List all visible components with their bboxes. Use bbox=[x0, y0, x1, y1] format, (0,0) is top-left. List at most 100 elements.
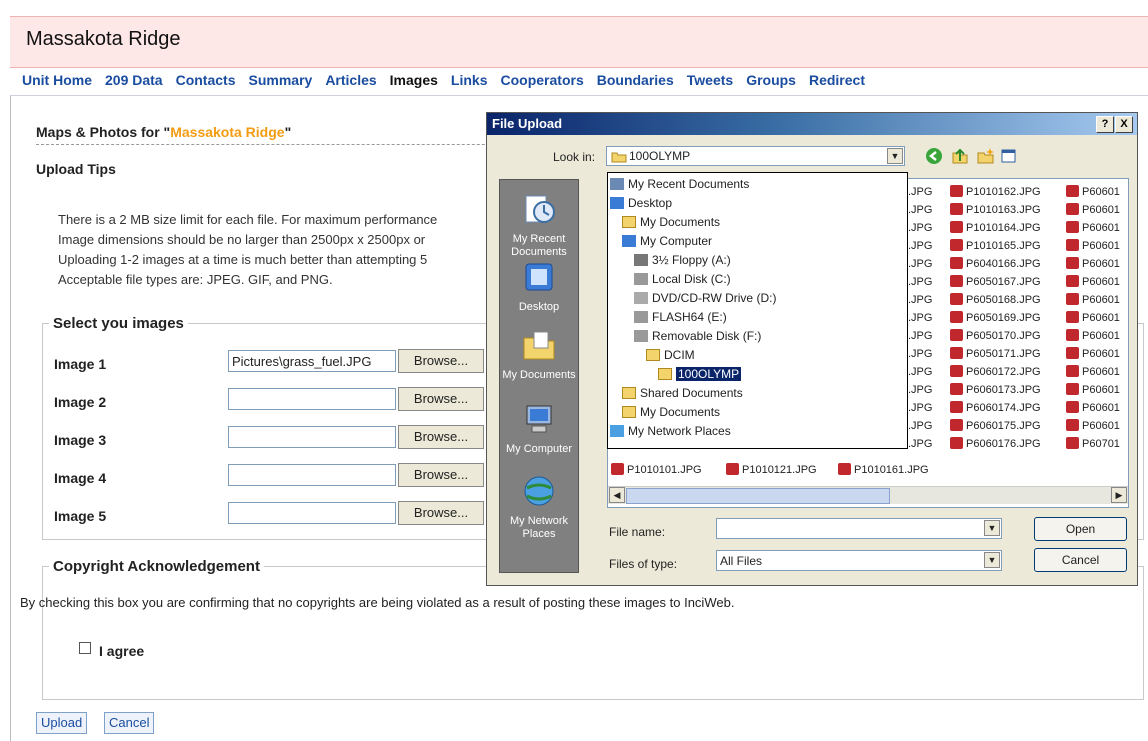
file-item[interactable]: .JPG bbox=[908, 183, 932, 201]
nav-contacts[interactable]: Contacts bbox=[176, 72, 236, 92]
nav-images[interactable]: Images bbox=[390, 72, 438, 92]
image-3-browse-button[interactable]: Browse... bbox=[398, 425, 484, 449]
file-item[interactable]: P60601 bbox=[1066, 219, 1120, 237]
file-item[interactable]: P6050170.JPG bbox=[950, 327, 1041, 345]
file-item[interactable]: P6060175.JPG bbox=[950, 417, 1041, 435]
look-in-option[interactable]: My Computer bbox=[622, 232, 712, 250]
file-item[interactable]: .JPG bbox=[908, 255, 932, 273]
image-1-browse-button[interactable]: Browse... bbox=[398, 349, 484, 373]
look-in-option[interactable]: Shared Documents bbox=[622, 384, 743, 402]
file-item[interactable]: P60601 bbox=[1066, 273, 1120, 291]
nav-summary[interactable]: Summary bbox=[249, 72, 313, 92]
files-of-type-dropdown-arrow[interactable]: ▼ bbox=[984, 552, 1000, 568]
file-item[interactable]: P60601 bbox=[1066, 255, 1120, 273]
file-item[interactable]: P6060176.JPG bbox=[950, 435, 1041, 453]
file-item[interactable]: P60601 bbox=[1066, 363, 1120, 381]
look-in-option[interactable]: My Recent Documents bbox=[610, 175, 749, 193]
file-item[interactable]: P6060172.JPG bbox=[950, 363, 1041, 381]
file-item[interactable]: P60601 bbox=[1066, 345, 1120, 363]
dialog-cancel-button[interactable]: Cancel bbox=[1034, 548, 1127, 572]
open-button[interactable]: Open bbox=[1034, 517, 1127, 541]
file-item[interactable]: .JPG bbox=[908, 417, 932, 435]
look-in-option[interactable]: Removable Disk (F:) bbox=[634, 327, 761, 345]
look-in-combo[interactable]: 100OLYMP ▼ bbox=[606, 146, 905, 166]
cancel-button[interactable]: Cancel bbox=[104, 712, 155, 734]
look-in-option[interactable]: DCIM bbox=[646, 346, 695, 364]
place-recent-documents[interactable]: My Recent Documents bbox=[500, 192, 578, 259]
file-item[interactable]: P1010164.JPG bbox=[950, 219, 1041, 237]
image-4-input[interactable] bbox=[228, 464, 396, 486]
file-item[interactable]: P60601 bbox=[1066, 327, 1120, 345]
file-item[interactable]: .JPG bbox=[908, 201, 932, 219]
file-item[interactable]: P60601 bbox=[1066, 381, 1120, 399]
image-4-browse-button[interactable]: Browse... bbox=[398, 463, 484, 487]
back-icon[interactable] bbox=[925, 147, 943, 165]
nav-tweets[interactable]: Tweets bbox=[687, 72, 733, 92]
place-desktop[interactable]: Desktop bbox=[500, 260, 578, 314]
file-item[interactable]: P6050169.JPG bbox=[950, 309, 1041, 327]
image-3-input[interactable] bbox=[228, 426, 396, 448]
image-5-input[interactable] bbox=[228, 502, 396, 524]
file-item[interactable]: P60601 bbox=[1066, 201, 1120, 219]
nav-redirect[interactable]: Redirect bbox=[809, 72, 865, 92]
nav-cooperators[interactable]: Cooperators bbox=[501, 72, 584, 92]
file-item[interactable]: P1010121.JPG bbox=[726, 461, 817, 479]
nav-unit-home[interactable]: Unit Home bbox=[22, 72, 92, 92]
file-item[interactable]: P6050168.JPG bbox=[950, 291, 1041, 309]
views-menu-icon[interactable] bbox=[1001, 147, 1019, 165]
file-item[interactable]: P6040166.JPG bbox=[950, 255, 1041, 273]
file-item[interactable]: .JPG bbox=[908, 237, 932, 255]
look-in-option[interactable]: 100OLYMP bbox=[658, 365, 742, 383]
file-item[interactable]: P6060173.JPG bbox=[950, 381, 1041, 399]
file-item[interactable]: .JPG bbox=[908, 435, 932, 453]
look-in-option[interactable]: 3½ Floppy (A:) bbox=[634, 251, 731, 269]
look-in-option[interactable]: Desktop bbox=[610, 194, 672, 212]
nav-links[interactable]: Links bbox=[451, 72, 488, 92]
look-in-dropdown-arrow[interactable]: ▼ bbox=[887, 148, 903, 164]
up-folder-icon[interactable] bbox=[951, 147, 969, 165]
files-of-type-select[interactable]: All Files bbox=[716, 550, 1002, 571]
file-item[interactable]: .JPG bbox=[908, 399, 932, 417]
agree-checkbox[interactable] bbox=[79, 642, 91, 654]
file-item[interactable]: P6050167.JPG bbox=[950, 273, 1041, 291]
image-2-browse-button[interactable]: Browse... bbox=[398, 387, 484, 411]
file-item[interactable]: .JPG bbox=[908, 345, 932, 363]
file-name-dropdown-arrow[interactable]: ▼ bbox=[984, 520, 1000, 536]
close-button[interactable]: X bbox=[1115, 116, 1133, 133]
file-item[interactable]: .JPG bbox=[908, 363, 932, 381]
file-item[interactable]: P1010165.JPG bbox=[950, 237, 1041, 255]
look-in-option[interactable]: My Documents bbox=[622, 403, 720, 421]
look-in-option[interactable]: FLASH64 (E:) bbox=[634, 308, 727, 326]
file-item[interactable]: .JPG bbox=[908, 273, 932, 291]
place-my-computer[interactable]: My Computer bbox=[500, 402, 578, 456]
image-5-browse-button[interactable]: Browse... bbox=[398, 501, 484, 525]
file-item[interactable]: .JPG bbox=[908, 327, 932, 345]
nav-groups[interactable]: Groups bbox=[746, 72, 796, 92]
look-in-dropdown-list[interactable]: My Recent Documents Desktop My Documents My… bbox=[607, 172, 908, 449]
file-name-input[interactable] bbox=[716, 518, 1002, 539]
scroll-left-arrow[interactable]: ◀ bbox=[609, 487, 625, 503]
file-item[interactable]: P6060174.JPG bbox=[950, 399, 1041, 417]
new-folder-icon[interactable] bbox=[977, 147, 995, 165]
file-item[interactable]: P60601 bbox=[1066, 183, 1120, 201]
scrollbar-thumb[interactable] bbox=[626, 488, 890, 504]
file-item[interactable]: P6050171.JPG bbox=[950, 345, 1041, 363]
image-1-input[interactable]: Pictures\grass_fuel.JPG bbox=[228, 350, 396, 372]
file-item[interactable]: .JPG bbox=[908, 381, 932, 399]
place-my-documents[interactable]: My Documents bbox=[500, 328, 578, 382]
file-item[interactable]: P60601 bbox=[1066, 237, 1120, 255]
file-list-horizontal-scrollbar[interactable]: ◀ ▶ bbox=[608, 486, 1128, 504]
file-item[interactable]: P60601 bbox=[1066, 309, 1120, 327]
file-item[interactable]: P60601 bbox=[1066, 417, 1120, 435]
file-item[interactable]: P1010161.JPG bbox=[838, 461, 929, 479]
file-item[interactable]: .JPG bbox=[908, 291, 932, 309]
file-item[interactable]: P1010101.JPG bbox=[611, 461, 702, 479]
look-in-option[interactable]: Local Disk (C:) bbox=[634, 270, 731, 288]
nav-boundaries[interactable]: Boundaries bbox=[597, 72, 674, 92]
upload-button[interactable]: Upload bbox=[36, 712, 88, 734]
image-2-input[interactable] bbox=[228, 388, 396, 410]
file-item[interactable]: P1010163.JPG bbox=[950, 201, 1041, 219]
dialog-titlebar[interactable]: File Upload ? X bbox=[487, 113, 1137, 135]
nav-209-data[interactable]: 209 Data bbox=[105, 72, 163, 92]
nav-articles[interactable]: Articles bbox=[325, 72, 376, 92]
